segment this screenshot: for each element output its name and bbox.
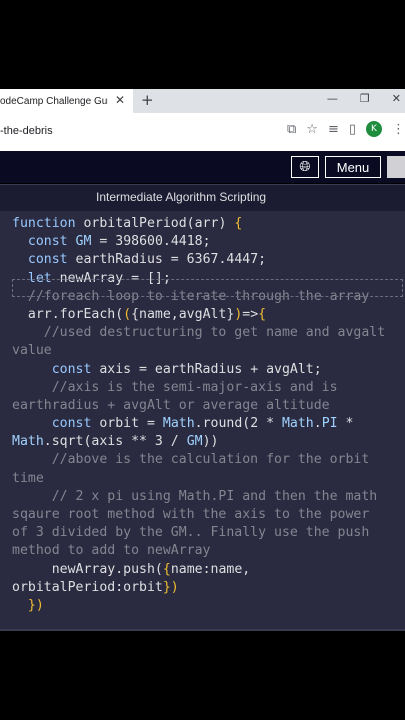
code-token: =: [91, 234, 116, 250]
code-token: function: [12, 216, 84, 231]
code-token: Math: [12, 434, 44, 450]
code-token: axis = earthRadius + avgAlt;: [99, 361, 322, 377]
code-token: 398600.4418: [115, 234, 203, 250]
code-token: newArray.push(: [12, 561, 163, 577]
code-token: (: [123, 306, 132, 322]
code-token: const: [12, 361, 100, 377]
code-token: sqaure root method with the axis to the …: [12, 507, 370, 522]
code-token: orbitalPeriod:orbit: [12, 579, 163, 595]
bookmark-star-icon[interactable]: ☆: [306, 122, 318, 137]
code-token: Math: [281, 416, 314, 432]
install-app-icon[interactable]: ⧉: [287, 122, 296, 137]
code-line[interactable]: of 3 divided by the GM.. Finally use the…: [12, 524, 402, 542]
code-text[interactable]: function orbitalPeriod(arr) { const GM =…: [12, 215, 402, 615]
code-token: Math: [162, 416, 195, 432]
code-token: const: [12, 234, 76, 250]
code-line[interactable]: //used destructuring to get name and avg…: [12, 324, 402, 342]
more-options-icon[interactable]: ⋮: [392, 122, 405, 137]
code-line[interactable]: const earthRadius = 6367.4447;: [12, 251, 402, 269]
code-token: ;: [202, 234, 211, 250]
window-controls: — ❐ ✕: [327, 92, 405, 105]
new-tab-button[interactable]: +: [141, 91, 154, 109]
site-navbar: 🌐︎ Menu: [0, 151, 405, 183]
code-line[interactable]: Math.sqrt(axis ** 3 / GM)): [12, 433, 402, 451]
current-line-highlight: [12, 279, 403, 297]
code-token: =>: [242, 306, 259, 322]
code-token: GM: [75, 234, 92, 250]
code-token: {: [258, 306, 267, 322]
address-bar[interactable]: -the-debris: [0, 125, 53, 137]
code-line[interactable]: value: [12, 342, 402, 360]
profile-avatar[interactable]: K: [366, 121, 382, 137]
code-token: GM: [186, 434, 203, 450]
tab-close-icon[interactable]: ✕: [115, 93, 125, 107]
code-token: time: [12, 470, 44, 486]
code-line[interactable]: }): [12, 597, 402, 615]
close-window-icon[interactable]: ✕: [392, 92, 401, 105]
side-panel-icon[interactable]: ▯: [349, 122, 356, 137]
editor-bottom-border: [0, 629, 405, 631]
media-icon[interactable]: ≡: [328, 122, 339, 137]
language-button[interactable]: 🌐︎: [291, 156, 319, 178]
minimize-icon[interactable]: —: [327, 92, 338, 105]
menu-button[interactable]: Menu: [325, 156, 381, 178]
code-token: PI: [321, 416, 338, 432]
code-line[interactable]: //above is the calculation for the orbit: [12, 451, 402, 469]
code-line[interactable]: const GM = 398600.4418;: [12, 233, 402, 251]
breadcrumb[interactable]: Intermediate Algorithm Scripting: [96, 190, 266, 204]
code-token: {: [234, 216, 243, 231]
code-token: //axis is the semi-major-axis and is: [12, 379, 338, 395]
code-line[interactable]: // 2 x pi using Math.PI and then the mat…: [12, 488, 402, 506]
code-line[interactable]: //axis is the semi-major-axis and is: [12, 379, 402, 397]
toolbar-icons: ⧉ ☆ ≡ ▯ K ⋮: [287, 121, 405, 137]
code-line[interactable]: const axis = earthRadius + avgAlt;: [12, 361, 402, 379]
code-line[interactable]: newArray.push({name:name,: [12, 561, 402, 579]
code-token: }): [162, 579, 179, 595]
tab-title: odeCamp Challenge Guid: [0, 95, 108, 107]
code-line[interactable]: method to add to newArray: [12, 542, 402, 560]
profile-button[interactable]: [387, 156, 405, 178]
code-line[interactable]: earthradius + avgAlt or average altitude: [12, 397, 402, 415]
browser-tab[interactable]: odeCamp Challenge Guid ✕: [0, 89, 133, 113]
code-token: {: [162, 561, 171, 577]
code-line[interactable]: function orbitalPeriod(arr) {: [12, 215, 402, 233]
code-token: orbitalPeriod(arr): [83, 216, 235, 231]
code-token: //above is the calculation for the orbit: [12, 452, 370, 468]
code-token: .sqrt(axis ** 3 /: [43, 434, 187, 450]
code-token: .: [313, 416, 322, 432]
code-token: )): [202, 434, 219, 450]
code-token: //used destructuring to get name and avg…: [12, 325, 386, 341]
code-token: name:name,: [170, 561, 251, 577]
code-editor[interactable]: function orbitalPeriod(arr) { const GM =…: [0, 211, 405, 629]
code-token: of 3 divided by the GM.. Finally use the…: [12, 525, 370, 541]
code-line[interactable]: arr.forEach(({name,avgAlt})=>{: [12, 306, 402, 324]
code-token: {name,avgAlt}: [131, 306, 235, 322]
code-token: arr.forEach(: [12, 306, 124, 322]
code-token: earthradius + avgAlt or average altitude: [12, 397, 330, 413]
code-token: // 2 x pi using Math.PI and then the mat…: [12, 488, 378, 504]
code-token: }): [27, 597, 44, 613]
code-token: .round(2 *: [194, 416, 282, 432]
code-line[interactable]: sqaure root method with the axis to the …: [12, 506, 402, 524]
code-token: const: [12, 416, 100, 432]
code-token: orbit =: [99, 416, 163, 432]
code-token: earthRadius = 6367.4447;: [75, 252, 267, 268]
code-line[interactable]: time: [12, 470, 402, 488]
browser-toolbar: -the-debris ⧉ ☆ ≡ ▯ K ⋮: [0, 113, 405, 152]
code-token: value: [12, 343, 52, 359]
code-line[interactable]: const orbit = Math.round(2 * Math.PI *: [12, 415, 402, 433]
code-token: *: [337, 416, 354, 432]
code-line[interactable]: orbitalPeriod:orbit}): [12, 579, 402, 597]
restore-icon[interactable]: ❐: [360, 92, 370, 105]
code-token: method to add to newArray: [12, 543, 211, 559]
browser-tab-strip: odeCamp Challenge Guid ✕ + — ❐ ✕: [0, 89, 405, 113]
globe-icon: 🌐︎: [299, 159, 311, 175]
code-token: const: [12, 252, 76, 268]
breadcrumb-bar: Intermediate Algorithm Scripting: [0, 184, 405, 212]
